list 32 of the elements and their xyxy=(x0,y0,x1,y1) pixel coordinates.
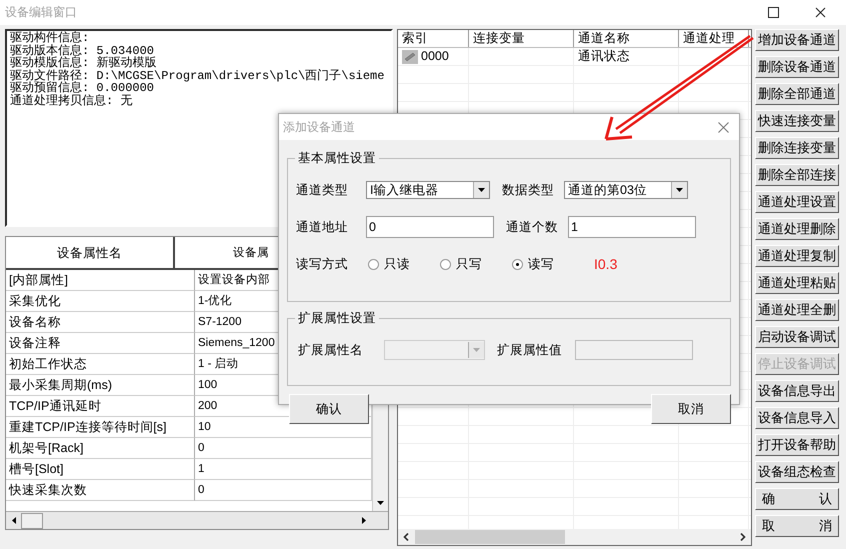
table-cell: 采集优化 xyxy=(6,291,195,312)
field-label: 扩展属性值 xyxy=(497,342,563,358)
table-cell: TCP/IP通讯延时 xyxy=(6,396,195,417)
field-label: 通道个数 xyxy=(506,218,559,236)
table-cell: 机架号[Rack] xyxy=(6,438,195,459)
info-line: 驱动模版信息: 新驱动模版 xyxy=(10,57,156,70)
table-cell: 初始工作状态 xyxy=(6,354,195,375)
dialog-title: 添加设备通道 xyxy=(283,118,355,136)
table-cell: 最小采集周期(ms) xyxy=(6,375,195,396)
field-label: 数据类型 xyxy=(502,182,555,198)
table-cell: 重建TCP/IP连接等待时间[s] xyxy=(6,417,195,438)
table-cell: 快速采集次数 xyxy=(6,480,195,501)
table-cell: [内部属性] xyxy=(6,270,195,291)
table-cell: 0 xyxy=(195,438,372,459)
window-title: 设备编辑窗口 xyxy=(5,4,77,21)
table-cell: 设备名称 xyxy=(6,312,195,333)
info-line: 驱动构件信息: xyxy=(10,32,90,44)
field-label: 通道类型 xyxy=(296,182,349,198)
table-cell: 槽号[Slot] xyxy=(6,459,195,480)
info-line: 通道处理拷贝信息: 无 xyxy=(10,94,134,107)
group-title: 扩展属性设置 xyxy=(295,310,379,327)
info-line: 驱动文件路径: D:\MCGSE\Program\drivers\plc\西门子\sieme xyxy=(10,70,386,82)
table-cell: 0000 xyxy=(421,48,449,65)
info-line: 驱动预留信息: 0.000000 xyxy=(10,82,154,94)
table-cell: 1 xyxy=(195,459,372,480)
group-title: 基本属性设置 xyxy=(295,150,379,167)
table-cell: 0 xyxy=(195,480,372,501)
field-label: 读写方式 xyxy=(296,256,349,272)
info-line: 驱动版本信息: 5.034000 xyxy=(10,44,154,57)
table-cell: 设备注释 xyxy=(6,333,195,354)
table-cell: 通讯状态 xyxy=(574,48,679,65)
address-preview: I0.3 xyxy=(594,256,618,272)
